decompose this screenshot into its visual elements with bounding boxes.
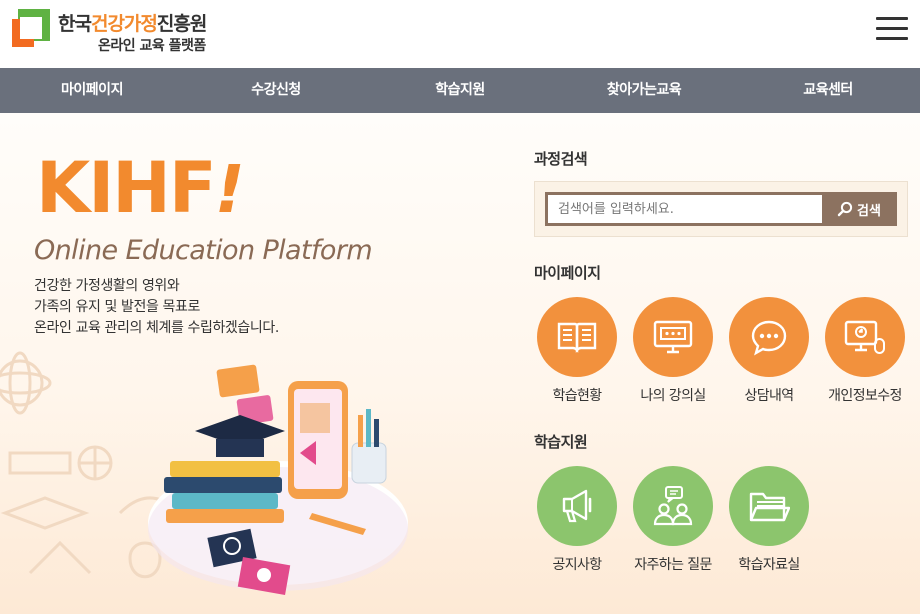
search-button-label: 검색 [857, 203, 881, 219]
main-nav: 마이페이지 수강신청 학습지원 찾아가는교육 교육센터 [0, 68, 920, 113]
site-logo[interactable]: 한국건강가정진흥원 온라인 교육 플랫폼 [12, 9, 227, 57]
hero-brand: KIHF! [36, 147, 245, 229]
nav-item-education-center[interactable]: 교육센터 [736, 68, 920, 113]
tile-label: 상담내역 [744, 388, 794, 404]
monitor-icon [653, 320, 693, 354]
menu-hamburger-icon[interactable] [876, 17, 908, 41]
tile-label: 학습현황 [552, 388, 602, 404]
search-frame: 검색 [545, 192, 897, 226]
logo-subtitle: 온라인 교육 플랫폼 [98, 38, 206, 54]
search-section-title: 과정검색 [534, 150, 588, 168]
faq-people-icon [653, 486, 693, 526]
mypage-section-title: 마이페이지 [534, 264, 601, 282]
tile-label: 개인정보수정 [828, 388, 902, 404]
support-section-title: 학습지원 [534, 433, 588, 451]
computer-user-icon [844, 320, 885, 354]
hero-description: 건강한 가정생활의 영위와 가족의 유지 및 발전을 목표로 온라인 교육 관리… [34, 276, 279, 339]
tile-learning-materials[interactable]: 학습자료실 [724, 466, 814, 574]
nav-item-enroll[interactable]: 수강신청 [184, 68, 368, 113]
search-button[interactable]: 검색 [825, 195, 893, 223]
tile-label: 공지사항 [552, 557, 602, 573]
tile-label: 자주하는 질문 [634, 557, 712, 573]
hero-description-line: 가족의 유지 및 발전을 목표로 [34, 299, 200, 315]
tile-circle [537, 297, 617, 377]
hero-description-line: 온라인 교육 관리의 체계를 수립하겠습니다. [34, 320, 279, 336]
tile-notices[interactable]: 공지사항 [532, 466, 622, 574]
tile-consultation-history[interactable]: 상담내역 [724, 297, 814, 405]
nav-item-learning-support[interactable]: 학습지원 [368, 68, 552, 113]
tile-circle [729, 297, 809, 377]
course-search-input[interactable] [548, 195, 822, 223]
hero-description-line: 건강한 가정생활의 영위와 [34, 278, 180, 294]
hero-illustration [0, 351, 408, 595]
nav-item-visiting-education[interactable]: 찾아가는교육 [552, 68, 736, 113]
tile-circle [537, 466, 617, 546]
tile-label: 나의 강의실 [640, 388, 706, 404]
tile-my-classroom[interactable]: 나의 강의실 [628, 297, 718, 405]
tile-circle [729, 466, 809, 546]
folder-icon [749, 492, 790, 522]
hero-section: KIHF! Online Education Platform 건강한 가정생활… [0, 113, 520, 614]
tile-circle [633, 297, 713, 377]
tile-circle [825, 297, 905, 377]
logo-title: 한국건강가정진흥원 [58, 13, 207, 35]
chat-icon [751, 320, 787, 356]
tile-edit-profile[interactable]: 개인정보수정 [820, 297, 910, 405]
tile-learning-status[interactable]: 학습현황 [532, 297, 622, 405]
tile-circle [633, 466, 713, 546]
search-icon [837, 201, 853, 217]
main-content: KIHF! Online Education Platform 건강한 가정생활… [0, 113, 920, 614]
tile-faq[interactable]: 자주하는 질문 [628, 466, 718, 574]
site-header: 한국건강가정진흥원 온라인 교육 플랫폼 [0, 0, 920, 68]
course-search-box: 검색 [534, 181, 908, 237]
megaphone-icon [562, 489, 592, 523]
hero-subtitle: Online Education Platform [34, 235, 373, 266]
logo-mark-icon [12, 9, 50, 47]
book-icon [557, 322, 597, 353]
nav-item-mypage[interactable]: 마이페이지 [0, 68, 184, 113]
tile-label: 학습자료실 [738, 557, 800, 573]
